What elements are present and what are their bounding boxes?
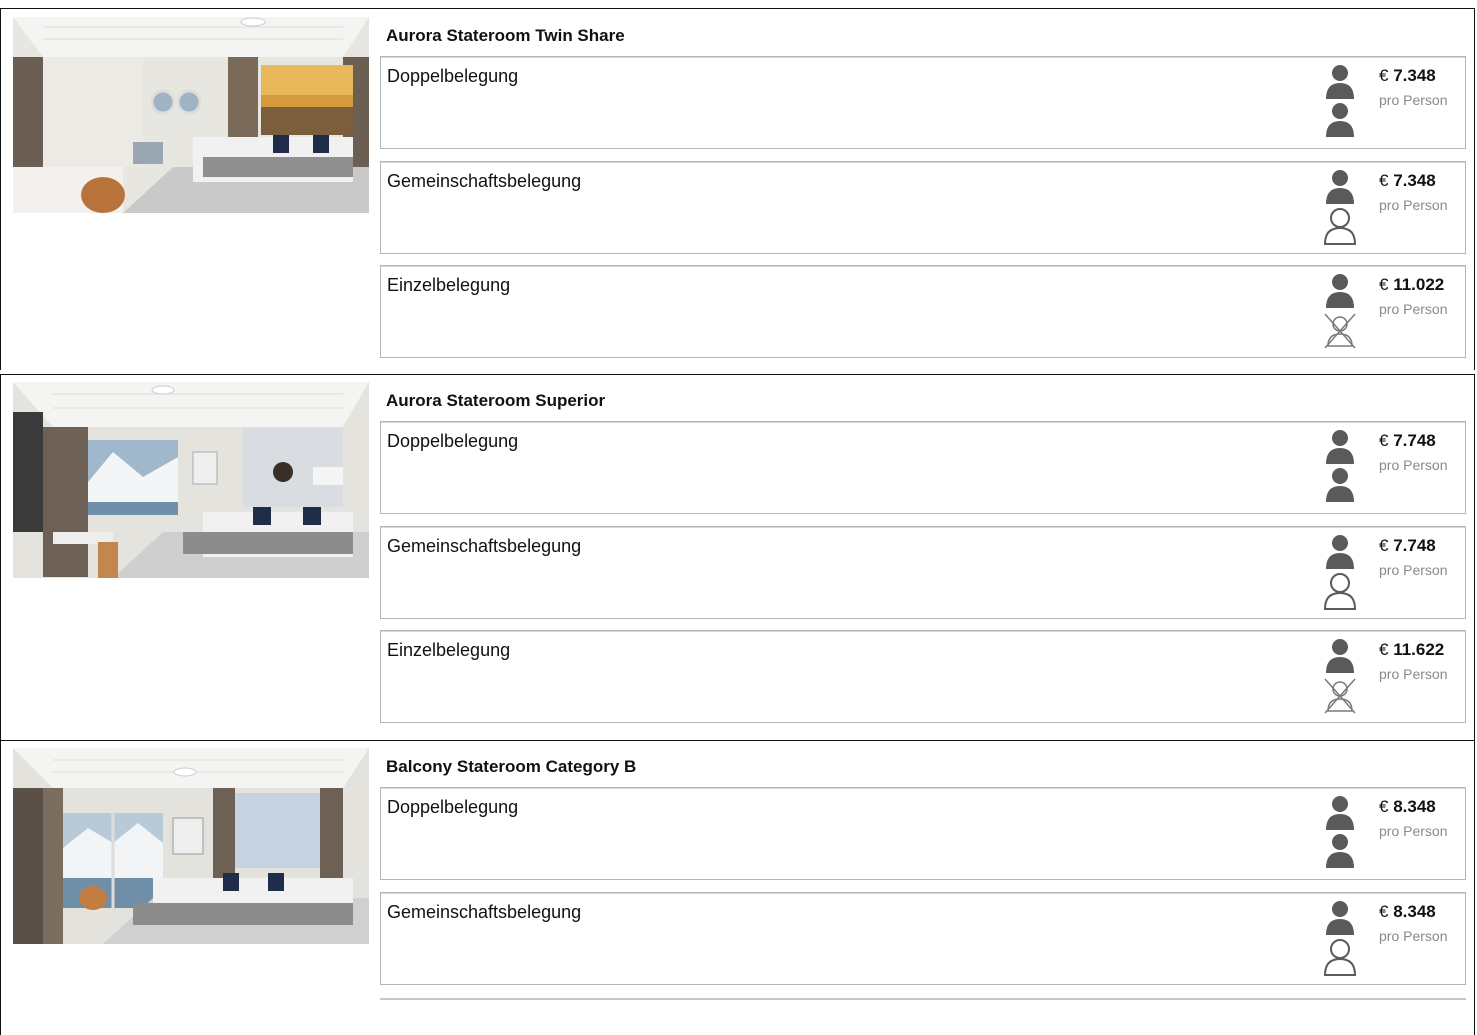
cabin-photo [13,382,369,578]
price-amount: 11.022 [1393,275,1445,294]
cabin-title: Balcony Stateroom Category B [386,757,637,776]
price-amount: 8.348 [1393,797,1436,816]
person-filled-icon [1326,170,1354,204]
occupancy-label: Doppelbelegung [387,66,519,86]
price-amount: 7.748 [1393,431,1436,450]
occupancy-option[interactable]: Gemeinschaftsbelegung € 7.348 pro Person [380,161,1466,254]
person-outline-icon [1323,939,1357,976]
currency-symbol: € [1379,431,1389,450]
occupancy-label: Gemeinschaftsbelegung [387,171,582,191]
price: € 11.022 [1379,275,1465,295]
price: € 11.622 [1379,640,1465,660]
price-box: € 7.748 pro Person [1379,536,1465,578]
occupancy-option[interactable]: Doppelbelegung € 7.748 pro Person [380,421,1466,514]
price-unit: pro Person [1379,457,1448,473]
occupancy-label: Einzelbelegung [387,275,511,295]
occupancy-option[interactable]: Einzelbelegung € 11.622 pro Person [380,630,1466,723]
cabin-card: Balcony Stateroom Category B Doppelbeleg… [0,740,1475,1035]
price-amount: 7.748 [1393,536,1436,555]
occupancy-option[interactable]: Doppelbelegung € 8.348 pro Person [380,787,1466,880]
price-box: € 11.622 pro Person [1379,640,1465,682]
occupancy-option[interactable]: Gemeinschaftsbelegung € 8.348 pro Person [380,892,1466,985]
currency-symbol: € [1379,640,1389,659]
price-box: € 8.348 pro Person [1379,797,1465,839]
occupancy-label: Gemeinschaftsbelegung [387,902,582,922]
person-outline-icon [1323,573,1357,610]
price-box: € 7.348 pro Person [1379,66,1465,108]
price: € 7.348 [1379,66,1465,86]
occupancy-icons [1322,794,1358,874]
price-unit: pro Person [1379,301,1448,317]
person-filled-icon [1326,639,1354,673]
occupancy-icons [1322,899,1358,979]
price: € 7.348 [1379,171,1465,191]
occupancy-icons [1322,533,1358,613]
next-option-border [380,998,1466,1000]
price-unit: pro Person [1379,562,1448,578]
occupancy-label: Doppelbelegung [387,797,519,817]
currency-symbol: € [1379,171,1389,190]
occupancy-icons [1322,272,1358,352]
person-filled-icon [1326,796,1354,830]
price-amount: 11.622 [1393,640,1445,659]
price-box: € 8.348 pro Person [1379,902,1465,944]
cabin-title: Aurora Stateroom Superior [386,391,606,410]
price-unit: pro Person [1379,666,1448,682]
cabin-card: Aurora Stateroom Twin Share Doppelbelegu… [0,8,1475,370]
occupancy-option[interactable]: Gemeinschaftsbelegung € 7.748 pro Person [380,526,1466,619]
price: € 8.348 [1379,902,1465,922]
person-filled-icon [1326,901,1354,935]
occupancy-icons [1322,428,1358,508]
currency-symbol: € [1379,66,1389,85]
cabin-card: Aurora Stateroom Superior Doppelbelegung… [0,374,1475,740]
stateroom-image [13,17,369,213]
price-unit: pro Person [1379,197,1448,213]
person-filled-icon [1326,834,1354,868]
price: € 7.748 [1379,431,1465,451]
occupancy-option[interactable]: Doppelbelegung € 7.348 pro Person [380,56,1466,149]
cabin-photo [13,17,369,213]
section-divider [0,374,1475,375]
occupancy-icons [1322,63,1358,143]
person-filled-icon [1326,65,1354,99]
currency-symbol: € [1379,797,1389,816]
currency-symbol: € [1379,902,1389,921]
price-amount: 7.348 [1393,66,1436,85]
price: € 7.748 [1379,536,1465,556]
person-filled-icon [1326,274,1354,308]
person-filled-icon [1326,103,1354,137]
price-box: € 11.022 pro Person [1379,275,1465,317]
occupancy-icons [1322,637,1358,717]
stateroom-image [13,382,369,578]
price-amount: 7.348 [1393,171,1436,190]
currency-symbol: € [1379,536,1389,555]
cabin-photo [13,748,369,944]
price-unit: pro Person [1379,823,1448,839]
person-crossed-icon [1324,678,1356,714]
occupancy-option[interactable]: Einzelbelegung € 11.022 pro Person [380,265,1466,358]
price-box: € 7.748 pro Person [1379,431,1465,473]
price-amount: 8.348 [1393,902,1436,921]
stateroom-image [13,748,369,944]
person-outline-icon [1323,208,1357,245]
occupancy-label: Doppelbelegung [387,431,519,451]
occupancy-label: Gemeinschaftsbelegung [387,536,582,556]
person-crossed-icon [1324,313,1356,349]
cabin-title: Aurora Stateroom Twin Share [386,26,625,45]
currency-symbol: € [1379,275,1389,294]
price-unit: pro Person [1379,92,1448,108]
person-filled-icon [1326,468,1354,502]
price-unit: pro Person [1379,928,1448,944]
occupancy-icons [1322,168,1358,248]
person-filled-icon [1326,430,1354,464]
person-filled-icon [1326,535,1354,569]
price: € 8.348 [1379,797,1465,817]
occupancy-label: Einzelbelegung [387,640,511,660]
price-box: € 7.348 pro Person [1379,171,1465,213]
